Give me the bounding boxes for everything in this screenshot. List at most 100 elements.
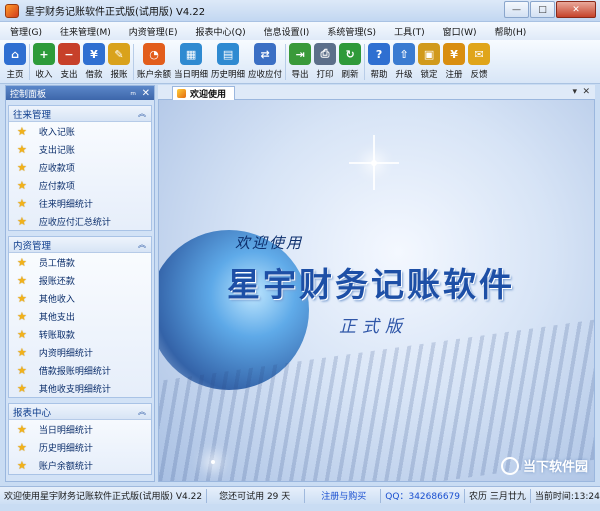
nav-group-header[interactable]: 报表中心 ︽ (9, 404, 151, 420)
expense-icon: − (58, 43, 80, 65)
nav-item[interactable]: ★ 其他支出 (9, 307, 151, 325)
upgrade-icon: ⇧ (393, 43, 416, 65)
toolbar-button-3[interactable]: ¥ 借款 (83, 40, 105, 80)
toolbar-label: 借款 (85, 70, 103, 80)
history-detail-icon: ▤ (217, 43, 240, 65)
menu-reports[interactable]: 报表中心(Q) (196, 25, 246, 38)
nav-item[interactable]: ★ 转账取款 (9, 325, 151, 343)
toolbar-button-16[interactable]: ✉ 反馈 (468, 40, 491, 80)
toolbar-button-6[interactable]: ▦ 当日明细 (174, 40, 208, 80)
sparkle-graphic (211, 460, 215, 464)
receivable-payable-icon: ⇄ (254, 43, 277, 65)
toolbar-button-12[interactable]: ? 帮助 (368, 40, 391, 80)
toolbar-label: 收入 (35, 70, 53, 80)
star-icon: ★ (17, 291, 27, 305)
star-icon: ★ (17, 255, 27, 269)
toolbar-label: 历史明细 (211, 70, 246, 80)
nav-item[interactable]: ★ 应收款项 (9, 158, 151, 176)
collapse-chevron-icon[interactable]: ︽ (138, 239, 146, 250)
toolbar-separator (285, 44, 287, 80)
nav-group: 内资管理 ︽ ★ 员工借款 ★ 报账还款 ★ 其他收入 ★ 其他支出 ★ 转账取款 ★ 内资明细统计 ★ 借款… (8, 236, 152, 398)
collapse-chevron-icon[interactable]: ︽ (138, 108, 146, 119)
nav-item[interactable]: ★ 借款报账明细统计 (9, 361, 151, 379)
toolbar-separator (29, 44, 30, 80)
tab-welcome-label: 欢迎使用 (190, 90, 227, 100)
star-icon: ★ (17, 273, 27, 287)
toolbar: ⌂ 主页 + 收入 − 支出 ¥ 借款 ✎ 报账 ◔ 账户余额 ▦ 当日明细 ▤ 历史明细 ⇄ 应收应付 ⇥ 导出 ⎙ 打… (0, 40, 600, 84)
lock-icon: ▣ (418, 43, 441, 65)
tab-close-icon[interactable]: ✕ (582, 87, 590, 97)
nav-item[interactable]: ★ 报账还款 (9, 271, 151, 289)
menu-tools[interactable]: 工具(T) (394, 25, 425, 38)
toolbar-button-4[interactable]: ✎ 报账 (108, 40, 130, 80)
tab-welcome[interactable]: 欢迎使用 (172, 86, 236, 100)
star-icon: ★ (17, 422, 27, 436)
refresh-icon: ↻ (339, 43, 362, 65)
tab-dropdown-icon[interactable]: ▾ (572, 87, 577, 97)
edition-label: 正式版 (339, 317, 408, 337)
star-icon: ★ (17, 345, 27, 359)
export-icon: ⇥ (289, 43, 312, 65)
nav-item[interactable]: ★ 支出记账 (9, 140, 151, 158)
close-button[interactable]: ✕ (556, 1, 596, 18)
nav-group-title: 报表中心 (13, 407, 52, 419)
star-icon: ★ (17, 381, 27, 395)
toolbar-button-9[interactable]: ⇥ 导出 (289, 40, 312, 80)
toolbar-button-1[interactable]: + 收入 (33, 40, 55, 80)
menu-info-settings[interactable]: 信息设置(I) (264, 25, 310, 38)
minimize-button[interactable]: — (504, 1, 529, 18)
nav-item-label: 内资明细统计 (38, 348, 93, 359)
nav-item[interactable]: ★ 其他收入 (9, 289, 151, 307)
app-icon (5, 3, 19, 18)
pin-icon[interactable]: ₘ (130, 88, 136, 98)
status-lunar: 农历 三月廿九 (465, 488, 531, 503)
toolbar-button-0[interactable]: ⌂ 主页 (4, 40, 26, 80)
nav-group-header[interactable]: 往来管理 ︽ (9, 106, 151, 122)
document-tabbar: 欢迎使用 ▾ ✕ (158, 85, 595, 100)
nav-item-label: 应收款项 (38, 163, 75, 174)
toolbar-button-2[interactable]: − 支出 (58, 40, 80, 80)
menu-help[interactable]: 帮助(H) (495, 25, 527, 38)
nav-item-label: 当日明细统计 (38, 425, 93, 436)
collapse-chevron-icon[interactable]: ︽ (138, 406, 146, 417)
toolbar-button-15[interactable]: ¥ 注册 (443, 40, 466, 80)
menu-manage[interactable]: 管理(G) (10, 25, 42, 38)
nav-item[interactable]: ★ 应收应付汇总统计 (9, 212, 151, 230)
toolbar-button-14[interactable]: ▣ 锁定 (418, 40, 441, 80)
nav-item[interactable]: ★ 收入记账 (9, 122, 151, 140)
toolbar-label: 帮助 (370, 70, 388, 80)
panel-close-icon[interactable]: ✕ (142, 88, 150, 99)
home-icon: ⌂ (4, 43, 26, 65)
maximize-button[interactable]: □ (530, 1, 555, 18)
welcome-heading: 欢迎使用 (235, 234, 304, 252)
menu-contacts[interactable]: 往来管理(M) (60, 25, 111, 38)
title-bar: 星宇财务记账软件正式版(试用版) V4.22 — □ ✕ (0, 0, 600, 22)
nav-item[interactable]: ★ 账户余额统计 (9, 456, 151, 474)
menu-internal-funds[interactable]: 内资管理(E) (129, 25, 178, 38)
toolbar-label: 支出 (60, 70, 78, 80)
star-icon: ★ (17, 327, 27, 341)
nav-item[interactable]: ★ 员工借款 (9, 253, 151, 271)
star-icon: ★ (17, 458, 27, 472)
register-link[interactable]: 注册与购买 (305, 488, 382, 503)
nav-item-label: 历史明细统计 (38, 443, 93, 454)
toolbar-button-10[interactable]: ⎙ 打印 (314, 40, 337, 80)
nav-item[interactable]: ★ 历史明细统计 (9, 438, 151, 456)
toolbar-button-11[interactable]: ↻ 刷新 (339, 40, 362, 80)
nav-item[interactable]: ★ 往来明细统计 (9, 194, 151, 212)
nav-item[interactable]: ★ 应付款项 (9, 176, 151, 194)
toolbar-button-7[interactable]: ▤ 历史明细 (211, 40, 245, 80)
toolbar-label: 升级 (395, 70, 413, 80)
nav-item[interactable]: ★ 其他收支明细统计 (9, 379, 151, 397)
nav-item-label: 其他收入 (38, 294, 75, 305)
nav-group-header[interactable]: 内资管理 ︽ (9, 237, 151, 253)
balance-icon: ◔ (143, 43, 165, 65)
nav-item[interactable]: ★ 当日明细统计 (9, 420, 151, 438)
toolbar-button-5[interactable]: ◔ 账户余额 (137, 40, 171, 80)
toolbar-button-13[interactable]: ⇧ 升级 (393, 40, 416, 80)
nav-item[interactable]: ★ 内资明细统计 (9, 343, 151, 361)
feedback-icon: ✉ (468, 43, 491, 65)
menu-system[interactable]: 系统管理(S) (327, 25, 376, 38)
toolbar-button-8[interactable]: ⇄ 应收应付 (248, 40, 282, 80)
menu-window[interactable]: 窗口(W) (443, 25, 477, 38)
